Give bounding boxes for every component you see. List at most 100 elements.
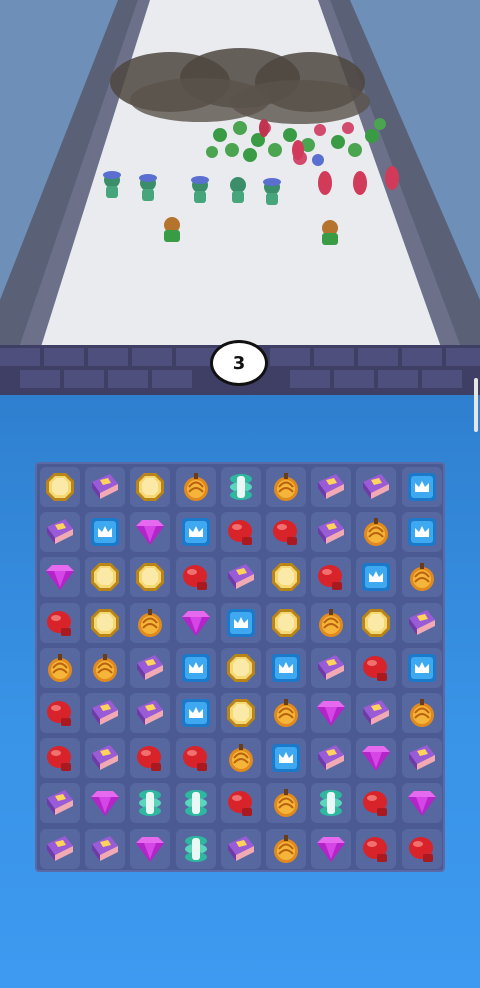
tile-crown[interactable] [175, 693, 216, 733]
tile-gem-gold[interactable] [220, 647, 261, 688]
tile-pumpkin[interactable] [401, 693, 442, 733]
tile-diamond[interactable] [130, 512, 171, 553]
tile-glove[interactable] [175, 557, 216, 598]
tile-crown[interactable] [266, 647, 306, 688]
tile-book[interactable] [356, 467, 397, 507]
tile-glove[interactable] [40, 738, 80, 779]
tile-book[interactable] [220, 828, 261, 869]
crown-icon [407, 653, 436, 682]
spring-icon [320, 790, 343, 817]
tile-pumpkin[interactable] [266, 828, 306, 869]
tile-pumpkin[interactable] [266, 693, 306, 733]
tile-glove[interactable] [40, 602, 80, 643]
tile-glove[interactable] [356, 828, 397, 869]
tile-crown[interactable] [266, 738, 306, 779]
scrollbar[interactable] [474, 378, 478, 432]
tile-glove[interactable] [40, 693, 80, 733]
tile-glove[interactable] [130, 738, 171, 779]
tile-pumpkin[interactable] [175, 467, 216, 507]
tile-crown[interactable] [401, 647, 442, 688]
glove-icon [363, 836, 388, 862]
tile-pumpkin[interactable] [130, 602, 171, 643]
crown-icon [272, 744, 300, 773]
tile-glove[interactable] [311, 557, 352, 598]
tile-gem-gold[interactable] [40, 467, 80, 507]
tile-diamond[interactable] [130, 828, 171, 869]
tile-spring[interactable] [175, 783, 216, 824]
tile-book[interactable] [220, 557, 261, 598]
tile-glove[interactable] [356, 783, 397, 824]
tile-crown[interactable] [356, 557, 397, 598]
tile-gem-gold[interactable] [130, 467, 171, 507]
book-icon [92, 474, 119, 499]
tile-pumpkin[interactable] [40, 647, 80, 688]
tile-glove[interactable] [356, 647, 397, 688]
diamond-icon [181, 610, 210, 636]
tile-crown[interactable] [175, 512, 216, 553]
tile-book[interactable] [85, 467, 126, 507]
tile-book[interactable] [130, 693, 171, 733]
tile-crown[interactable] [401, 512, 442, 553]
pumpkin-icon [274, 473, 298, 501]
crown-icon [91, 518, 120, 547]
tile-gem-gold[interactable] [85, 557, 126, 598]
tile-gem-gold[interactable] [130, 557, 171, 598]
tile-pumpkin[interactable] [266, 783, 306, 824]
tile-glove[interactable] [220, 512, 261, 553]
glove-icon [227, 520, 252, 546]
tile-pumpkin[interactable] [266, 467, 306, 507]
glove-icon [137, 746, 162, 772]
tile-book[interactable] [401, 602, 442, 643]
diamond-icon [407, 791, 436, 817]
tile-diamond[interactable] [175, 602, 216, 643]
tile-diamond[interactable] [311, 693, 352, 733]
tile-book[interactable] [85, 828, 126, 869]
tile-book[interactable] [85, 738, 126, 779]
tile-diamond[interactable] [85, 783, 126, 824]
tile-crown[interactable] [85, 512, 126, 553]
crown-icon [181, 653, 210, 682]
tile-gem-gold[interactable] [85, 602, 126, 643]
tile-crown[interactable] [220, 602, 261, 643]
tile-book[interactable] [85, 693, 126, 733]
tile-pumpkin[interactable] [85, 647, 126, 688]
tile-book[interactable] [401, 738, 442, 779]
book-icon [47, 519, 73, 545]
book-icon [47, 835, 73, 861]
tile-book[interactable] [311, 512, 352, 553]
tile-book[interactable] [40, 512, 80, 553]
tile-book[interactable] [311, 647, 352, 688]
tile-pumpkin[interactable] [401, 557, 442, 598]
tile-spring[interactable] [311, 783, 352, 824]
tile-book[interactable] [311, 467, 352, 507]
tile-book[interactable] [40, 828, 80, 869]
pumpkin-icon [409, 563, 434, 592]
tile-crown[interactable] [175, 647, 216, 688]
gem-gold-icon [46, 473, 74, 501]
tile-diamond[interactable] [356, 738, 397, 779]
tile-glove[interactable] [266, 512, 306, 553]
tile-gem-gold[interactable] [220, 693, 261, 733]
book-icon [92, 700, 119, 725]
tile-crown[interactable] [401, 467, 442, 507]
tile-gem-gold[interactable] [356, 602, 397, 643]
tile-spring[interactable] [130, 783, 171, 824]
tile-glove[interactable] [220, 783, 261, 824]
tile-spring[interactable] [220, 467, 261, 507]
tile-spring[interactable] [175, 828, 216, 869]
tile-book[interactable] [311, 738, 352, 779]
tile-diamond[interactable] [401, 783, 442, 824]
tile-book[interactable] [130, 647, 171, 688]
tile-pumpkin[interactable] [220, 738, 261, 779]
tile-book[interactable] [40, 783, 80, 824]
tile-pumpkin[interactable] [311, 602, 352, 643]
tile-book[interactable] [356, 693, 397, 733]
tile-gem-gold[interactable] [266, 557, 306, 598]
tile-glove[interactable] [401, 828, 442, 869]
tile-diamond[interactable] [311, 828, 352, 869]
crown-icon [407, 518, 436, 547]
tile-gem-gold[interactable] [266, 602, 306, 643]
tile-pumpkin[interactable] [356, 512, 397, 553]
tile-glove[interactable] [175, 738, 216, 779]
tile-diamond[interactable] [40, 557, 80, 598]
